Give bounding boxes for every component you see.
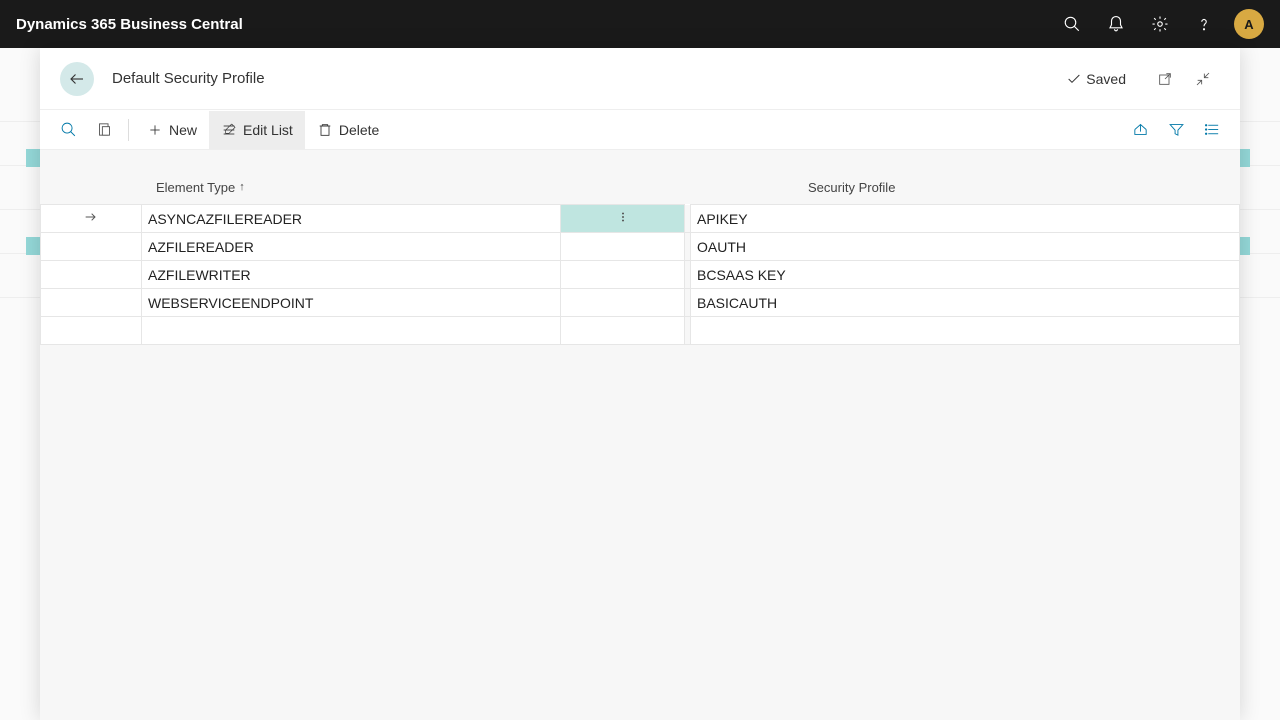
cell-security-profile[interactable] (691, 317, 1240, 345)
settings-icon[interactable] (1138, 0, 1182, 48)
table-row-empty[interactable] (41, 317, 1240, 345)
row-actions-cell[interactable] (561, 233, 685, 261)
column-headers: Element Type ↑ Security Profile (40, 170, 1240, 204)
column-header-element-type[interactable]: Element Type ↑ (148, 180, 670, 195)
data-area: Element Type ↑ Security Profile ASYNCAZF… (40, 150, 1240, 720)
table-row[interactable]: AZFILEWRITER BCSAAS KEY (41, 261, 1240, 289)
cell-element-type[interactable] (142, 317, 561, 345)
search-icon[interactable] (1050, 0, 1094, 48)
delete-button[interactable]: Delete (305, 111, 391, 149)
table-row[interactable]: ASYNCAZFILEREADER APIKEY (41, 205, 1240, 233)
cell-element-type[interactable]: ASYNCAZFILEREADER (142, 205, 561, 233)
cell-security-profile[interactable]: OAUTH (691, 233, 1240, 261)
column-header-element-type-label: Element Type (156, 180, 235, 195)
toolbar-focus-icon[interactable] (86, 111, 122, 149)
help-icon[interactable] (1182, 0, 1226, 48)
cell-security-profile[interactable]: BCSAAS KEY (691, 261, 1240, 289)
data-grid: ASYNCAZFILEREADER APIKEY AZFILEREADER OAUTH… (40, 204, 1240, 345)
action-toolbar: New Edit List Delete (40, 110, 1240, 150)
row-indicator[interactable] (41, 289, 142, 317)
cell-element-type[interactable]: WEBSERVICEENDPOINT (142, 289, 561, 317)
row-indicator[interactable] (41, 261, 142, 289)
row-indicator[interactable] (41, 233, 142, 261)
edit-list-button[interactable]: Edit List (209, 111, 305, 149)
back-button[interactable] (60, 62, 94, 96)
toolbar-search-icon[interactable] (50, 111, 86, 149)
open-in-new-icon[interactable] (1148, 62, 1182, 96)
column-header-security-profile[interactable]: Security Profile (800, 180, 1240, 195)
user-avatar[interactable]: A (1234, 9, 1264, 39)
more-vertical-icon (617, 209, 629, 225)
new-button-label: New (169, 122, 197, 138)
cell-security-profile[interactable]: APIKEY (691, 205, 1240, 233)
cell-security-profile[interactable]: BASICAUTH (691, 289, 1240, 317)
sort-ascending-icon: ↑ (239, 181, 245, 193)
saved-status: Saved (1066, 71, 1126, 87)
list-view-icon[interactable] (1194, 111, 1230, 149)
table-row[interactable]: AZFILEREADER OAUTH (41, 233, 1240, 261)
row-actions-cell[interactable] (561, 317, 685, 345)
cell-element-type[interactable]: AZFILEWRITER (142, 261, 561, 289)
collapse-icon[interactable] (1186, 62, 1220, 96)
top-nav-bar: Dynamics 365 Business Central A (0, 0, 1280, 48)
saved-status-label: Saved (1086, 71, 1126, 87)
row-actions-cell[interactable] (561, 205, 685, 233)
new-button[interactable]: New (135, 111, 209, 149)
filter-icon[interactable] (1158, 111, 1194, 149)
current-row-arrow-icon (83, 209, 99, 225)
row-actions-cell[interactable] (561, 261, 685, 289)
notifications-icon[interactable] (1094, 0, 1138, 48)
cell-element-type[interactable]: AZFILEREADER (142, 233, 561, 261)
row-indicator[interactable] (41, 205, 142, 233)
page-title: Default Security Profile (112, 70, 265, 87)
product-title: Dynamics 365 Business Central (16, 16, 243, 33)
delete-button-label: Delete (339, 122, 379, 138)
modal-header: Default Security Profile Saved (40, 48, 1240, 110)
row-indicator[interactable] (41, 317, 142, 345)
table-row[interactable]: WEBSERVICEENDPOINT BASICAUTH (41, 289, 1240, 317)
row-actions-cell[interactable] (561, 289, 685, 317)
share-icon[interactable] (1122, 111, 1158, 149)
modal-panel: Default Security Profile Saved New Edit … (40, 48, 1240, 720)
column-header-security-profile-label: Security Profile (808, 180, 895, 195)
edit-list-button-label: Edit List (243, 122, 293, 138)
